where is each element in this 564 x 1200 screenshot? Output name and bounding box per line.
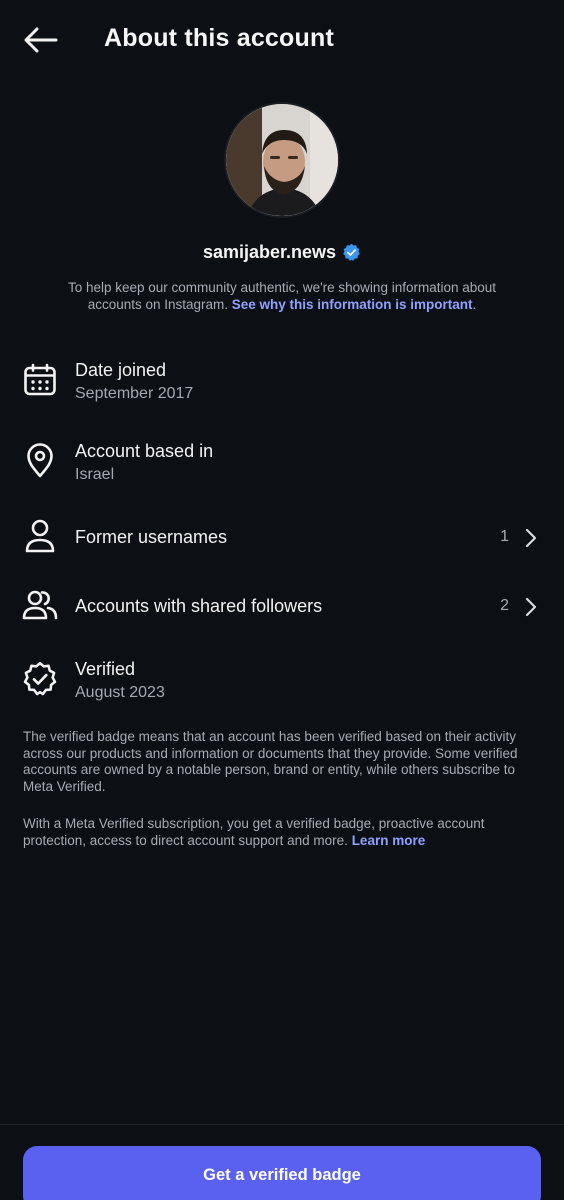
username-row: samijaber.news [0, 242, 564, 263]
account-based-in-row: Account based in Israel [0, 441, 564, 491]
page-title: About this account [104, 24, 334, 52]
verified-badge-icon [342, 243, 361, 262]
former-usernames-count: 1 [500, 528, 509, 545]
shared-followers-label: Accounts with shared followers [75, 596, 323, 616]
account-based-in-value: Israel [75, 466, 115, 483]
why-info-important-link[interactable]: See why this information is important [232, 297, 473, 312]
date-joined-value: September 2017 [75, 385, 194, 402]
meta-verified-info: With a Meta Verified subscription, you g… [23, 816, 543, 849]
account-based-in-label: Account based in [75, 441, 214, 461]
calendar-icon [22, 362, 58, 398]
chevron-right-icon [525, 597, 537, 617]
header: About this account [0, 0, 564, 82]
verified-check-icon [22, 661, 58, 697]
back-button[interactable] [18, 22, 62, 58]
date-joined-label: Date joined [75, 360, 167, 380]
verified-date: August 2023 [75, 684, 165, 701]
date-joined-row: Date joined September 2017 [0, 360, 564, 410]
username: samijaber.news [202, 242, 337, 262]
people-icon [22, 587, 58, 623]
intro-text: To help keep our community authentic, we… [40, 279, 524, 313]
verified-badge-explanation: The verified badge means that an account… [23, 729, 518, 794]
intro-end: . [472, 297, 477, 312]
former-usernames-label: Former usernames [75, 527, 228, 547]
chevron-right-icon [525, 528, 537, 548]
person-icon [22, 518, 58, 554]
about-account-screen: About this account samijaber.news To hel… [0, 0, 564, 1200]
bottom-divider [0, 1124, 564, 1125]
avatar [224, 102, 340, 218]
verified-row: Verified August 2023 [0, 659, 564, 709]
arrow-left-icon [24, 27, 58, 53]
location-pin-icon [22, 443, 58, 479]
learn-more-link[interactable]: Learn more [352, 833, 426, 848]
former-usernames-row[interactable]: Former usernames 1 [0, 516, 564, 560]
shared-followers-row[interactable]: Accounts with shared followers 2 [0, 585, 564, 629]
verified-label: Verified [75, 659, 136, 679]
shared-followers-count: 2 [500, 597, 509, 614]
get-verified-badge-button[interactable]: Get a verified badge [23, 1146, 541, 1200]
